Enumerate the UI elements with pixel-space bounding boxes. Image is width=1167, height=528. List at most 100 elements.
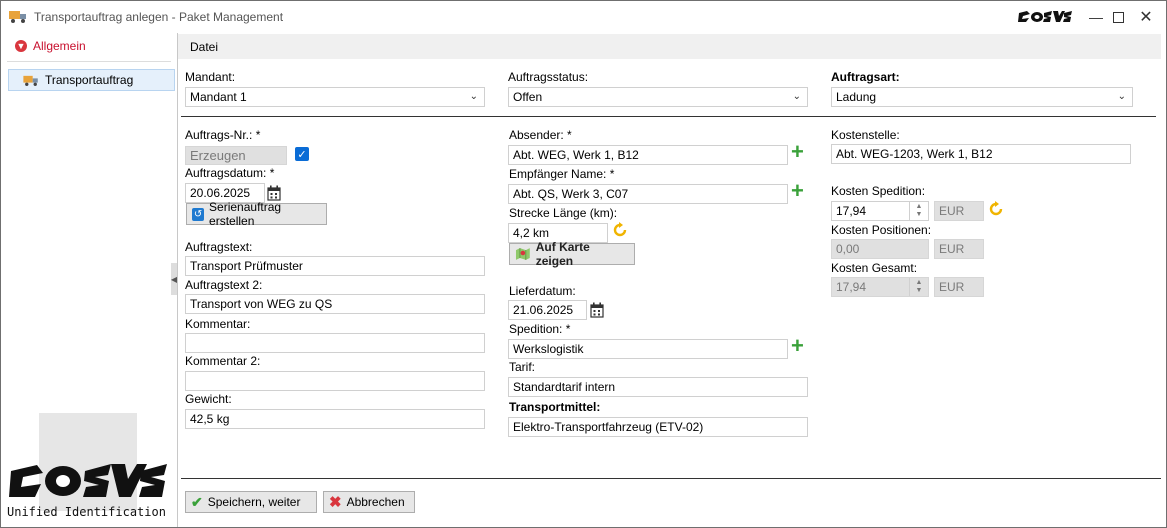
auftragsnr-field: Erzeugen (185, 146, 287, 165)
title-bar: Transportauftrag anlegen - Paket Managem… (1, 1, 1166, 33)
kostenstelle-label: Kostenstelle: (831, 128, 900, 142)
sidebar-group-label: Allgemein (33, 39, 86, 53)
tarif-label: Tarif: (509, 360, 536, 374)
generate-checkbox[interactable]: ✓ (295, 147, 309, 161)
kosten-gesamt-currency: EUR (934, 277, 984, 297)
chevron-down-icon: ⌄ (469, 91, 478, 102)
spedition-value: Werkslogistik (513, 342, 584, 356)
empfaenger-label: Empfänger Name: * (509, 167, 615, 181)
auftragstext2-field[interactable]: Transport von WEG zu QS (185, 294, 485, 314)
lieferdatum-label: Lieferdatum: (509, 284, 576, 298)
tarif-value: Standardtarif intern (513, 380, 616, 394)
kostenstelle-field[interactable]: Abt. WEG-1203, Werk 1, B12 (831, 144, 1131, 164)
minimize-button[interactable]: — (1086, 7, 1106, 27)
map-icon (515, 248, 530, 260)
spinner-icon: ▲ ▼ (909, 278, 928, 296)
auftragsstatus-label: Auftragsstatus: (508, 70, 589, 84)
currency-value: EUR (939, 242, 965, 256)
transportmittel-label: Transportmittel: (509, 400, 601, 414)
kosten-gesamt-label: Kosten Gesamt: (831, 261, 918, 275)
auf-karte-zeigen-label: Auf Karte zeigen (535, 240, 590, 268)
auf-karte-zeigen-button[interactable]: Auf Karte zeigen (509, 240, 635, 268)
check-icon: ✔ (191, 493, 203, 510)
auftragstext-value: Transport Prüfmuster (190, 259, 303, 273)
truck-icon (23, 75, 38, 86)
lieferdatum-value: 21.06.2025 (513, 303, 574, 317)
transportmittel-value: Elektro-Transportfahrzeug (ETV-02) (513, 420, 704, 434)
auftragsstatus-value: Offen (513, 90, 543, 104)
refresh-icon[interactable] (612, 222, 628, 238)
kosten-spedition-field[interactable]: 17,94 ▲ ▼ (831, 201, 929, 221)
empfaenger-field[interactable]: Abt. QS, Werk 3, C07 (508, 184, 788, 204)
strecke-value: 4,2 km (513, 226, 550, 240)
chevron-down-icon: ⌄ (1117, 91, 1126, 102)
absender-field[interactable]: Abt. WEG, Werk 1, B12 (508, 145, 788, 165)
kosten-positionen-currency: EUR (934, 239, 984, 259)
sidebar-group-allgemein[interactable]: ▼ Allgemein (15, 39, 86, 53)
calendar-icon[interactable] (590, 302, 604, 318)
kosten-gesamt-field: 17,94 ▲ ▼ (831, 277, 929, 297)
close-icon: ✖ (329, 494, 342, 511)
auftragstext-label: Auftragstext: (185, 240, 253, 254)
serienauftrag-button[interactable]: ↺ Serienauftrag erstellen (186, 200, 327, 228)
close-button[interactable]: ✕ (1136, 7, 1156, 27)
auftragsstatus-select[interactable]: Offen ⌄ (508, 87, 808, 107)
kommentar2-label: Kommentar 2: (185, 354, 261, 368)
refresh-icon[interactable] (988, 201, 1004, 217)
gewicht-value: 42,5 kg (190, 412, 230, 426)
kosten-positionen-label: Kosten Positionen: (831, 223, 932, 237)
menu-bar: Datei (178, 34, 1161, 59)
maximize-button[interactable] (1108, 7, 1128, 27)
window-title: Transportauftrag anlegen - Paket Managem… (34, 10, 284, 24)
truck-icon (9, 11, 26, 23)
add-empfaenger-icon[interactable]: + (791, 180, 804, 202)
collapse-arrow-icon: ▼ (15, 40, 27, 52)
add-absender-icon[interactable]: + (791, 141, 804, 163)
auftragstext-field[interactable]: Transport Prüfmuster (185, 256, 485, 276)
auftragsdatum-value: 20.06.2025 (190, 186, 251, 200)
mandant-select[interactable]: Mandant 1 ⌄ (185, 87, 485, 107)
sidebar-item-transportauftrag[interactable]: Transportauftrag (8, 69, 175, 91)
kommentar-field[interactable] (185, 333, 485, 353)
spedition-field[interactable]: Werkslogistik (508, 339, 788, 359)
auftragsnr-label: Auftrags-Nr.: * (185, 128, 261, 142)
gewicht-field[interactable]: 42,5 kg (185, 409, 485, 429)
save-label: Speichern, weiter (207, 495, 301, 509)
spinner-icon[interactable]: ▲ ▼ (909, 202, 928, 220)
add-spedition-icon[interactable]: + (791, 335, 804, 357)
transportmittel-field[interactable]: Elektro-Transportfahrzeug (ETV-02) (508, 417, 808, 437)
repeat-icon: ↺ (192, 207, 205, 221)
kosten-positionen-value: 0,00 (836, 242, 860, 256)
cosys-logo-icon (9, 464, 167, 497)
mandant-value: Mandant 1 (190, 90, 247, 104)
save-continue-button[interactable]: ✔ Speichern, weiter (185, 491, 317, 513)
absender-label: Absender: * (509, 128, 572, 142)
kommentar2-field[interactable] (185, 371, 485, 391)
cancel-button[interactable]: ✖ Abbrechen (323, 491, 415, 513)
kosten-positionen-field: 0,00 (831, 239, 929, 259)
app-window: Transportauftrag anlegen - Paket Managem… (0, 0, 1167, 528)
currency-value: EUR (939, 204, 965, 218)
header-divider (181, 116, 1156, 117)
absender-value: Abt. WEG, Werk 1, B12 (513, 148, 639, 162)
strecke-label: Strecke Länge (km): (509, 206, 618, 220)
lieferdatum-field[interactable]: 21.06.2025 (508, 300, 587, 320)
tarif-field[interactable]: Standardtarif intern (508, 377, 808, 397)
serienauftrag-label: Serienauftrag erstellen (209, 200, 282, 228)
kommentar-label: Kommentar: (185, 317, 251, 331)
auftragsnr-value: Erzeugen (190, 148, 246, 163)
sidebar-collapse-handle[interactable]: ◀ (171, 263, 177, 295)
auftragstext2-label: Auftragstext 2: (185, 278, 263, 292)
currency-value: EUR (939, 280, 965, 294)
calendar-icon[interactable] (267, 185, 281, 201)
auftragstext2-value: Transport von WEG zu QS (190, 297, 333, 311)
footer-divider (181, 478, 1161, 479)
cancel-label: Abbrechen (346, 495, 405, 509)
sidebar-item-label: Transportauftrag (45, 73, 134, 87)
auftragsart-select[interactable]: Ladung ⌄ (831, 87, 1133, 107)
spedition-label: Spedition: * (509, 322, 571, 336)
gewicht-label: Gewicht: (185, 392, 232, 406)
auftragsart-label: Auftragsart: (831, 70, 900, 84)
menu-datei[interactable]: Datei (190, 40, 218, 54)
auftragsart-value: Ladung (836, 90, 877, 104)
